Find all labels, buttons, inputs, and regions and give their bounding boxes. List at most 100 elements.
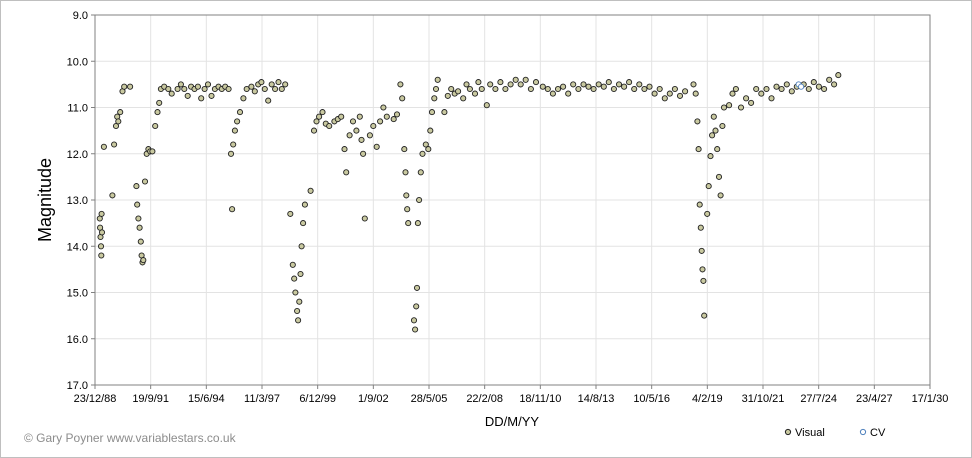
visual-data-point	[427, 127, 434, 134]
visual-data-point	[475, 79, 482, 86]
visual-data-point	[697, 224, 704, 231]
visual-data-point	[682, 88, 689, 95]
visual-data-point	[251, 88, 258, 95]
y-axis-ticks: 9.0 10.0 11.0 12.0 13.0 14.0 15.0 16.0 17.0	[67, 10, 95, 392]
visual-data-point	[705, 183, 712, 190]
visual-data-point	[704, 210, 711, 217]
visual-data-point	[715, 173, 723, 180]
visual-data-point	[356, 113, 363, 120]
visual-data-point	[149, 148, 156, 155]
y-tick-label: 11.0	[67, 103, 88, 115]
x-tick-label: 23/12/88	[74, 393, 117, 405]
visual-data-point	[544, 85, 551, 93]
visual-data-point	[590, 85, 597, 93]
visual-data-point	[121, 83, 128, 90]
visual-data-point	[428, 109, 436, 116]
visual-data-point	[497, 79, 504, 86]
legend-visual-label: Visual	[795, 427, 825, 439]
visual-data-point	[133, 183, 140, 190]
visual-data-point	[100, 143, 107, 150]
visual-data-point	[821, 85, 828, 93]
visual-data-point	[413, 284, 421, 291]
visual-data-point	[610, 85, 617, 93]
visual-data-point	[397, 81, 404, 88]
visual-data-point	[417, 169, 424, 176]
visual-data-point	[134, 201, 141, 208]
visual-data-point	[763, 85, 770, 93]
visual-data-point	[194, 83, 201, 90]
visual-data-point	[137, 238, 144, 245]
visual-data-point	[692, 90, 699, 97]
visual-data-point	[136, 224, 143, 231]
visual-data-point	[300, 220, 307, 227]
visual-data-point	[152, 122, 159, 130]
visual-data-point	[403, 192, 410, 199]
x-tick-label: 6/12/99	[299, 393, 336, 405]
visual-data-point	[826, 76, 833, 83]
visual-data-point	[565, 90, 572, 97]
visual-data-point	[783, 81, 790, 88]
visual-data-point	[97, 243, 105, 250]
visual-data-point	[310, 127, 318, 134]
visual-data-point	[631, 85, 638, 93]
visual-data-point	[296, 298, 303, 305]
visual-data-point	[353, 127, 360, 134]
visual-data-point	[401, 146, 408, 153]
visual-data-point	[135, 215, 142, 222]
visual-data-point	[431, 95, 438, 102]
visual-data-point	[341, 146, 348, 153]
visual-data-point	[695, 146, 702, 153]
visual-data-point	[316, 113, 323, 120]
visual-data-point	[177, 81, 184, 88]
x-tick-label: 15/6/94	[188, 393, 225, 405]
x-axis-ticks: 23/12/88 19/9/91 15/6/94 11/3/97 6/12/99 1/9/…	[74, 385, 948, 405]
visual-data-point	[466, 85, 473, 93]
visual-data-point	[248, 83, 255, 90]
visual-data-point	[412, 326, 419, 333]
visual-data-point	[287, 210, 294, 217]
visual-data-point	[710, 113, 717, 120]
visual-data-point	[402, 169, 409, 176]
visual-data-point	[109, 192, 116, 199]
visual-data-point	[295, 317, 302, 324]
visual-data-point	[301, 201, 308, 208]
data-points	[96, 72, 842, 333]
x-tick-label: 1/9/02	[358, 393, 389, 405]
visual-data-point	[265, 97, 272, 104]
visual-data-point	[492, 85, 499, 93]
visual-data-point	[349, 118, 357, 125]
visual-data-point	[753, 85, 760, 93]
visual-data-point	[615, 81, 623, 88]
x-tick-label: 18/11/10	[519, 393, 561, 405]
visual-data-point	[835, 72, 842, 79]
visual-data-point	[307, 187, 314, 194]
visual-data-point	[361, 215, 368, 222]
visual-data-point	[268, 81, 275, 88]
visual-data-point	[502, 85, 509, 93]
visual-data-point	[575, 85, 582, 93]
visual-data-point	[621, 83, 628, 90]
visual-data-point	[298, 243, 305, 250]
y-tick-label: 12.0	[67, 149, 88, 161]
credit-text: © Gary Poyner www.variablestars.co.uk	[24, 431, 237, 445]
visual-data-point	[805, 85, 812, 93]
visual-data-point	[656, 85, 663, 93]
visual-data-point	[726, 102, 733, 109]
y-tick-label: 17.0	[67, 380, 88, 392]
y-tick-label: 15.0	[67, 288, 88, 300]
visual-data-point	[414, 220, 421, 227]
visual-data-point	[732, 85, 739, 93]
visual-data-point	[778, 85, 785, 93]
visual-data-point	[831, 81, 838, 88]
visual-data-point	[671, 85, 678, 93]
visual-data-point	[699, 266, 706, 273]
visual-data-point	[165, 85, 172, 93]
y-tick-label: 16.0	[67, 334, 88, 346]
visual-data-point	[225, 85, 232, 93]
legend-cv-label: CV	[870, 427, 886, 439]
visual-data-point	[714, 146, 721, 153]
visual-data-point	[719, 122, 726, 130]
visual-data-point	[360, 150, 367, 157]
visual-data-point	[201, 85, 208, 93]
visual-data-point	[358, 136, 365, 143]
